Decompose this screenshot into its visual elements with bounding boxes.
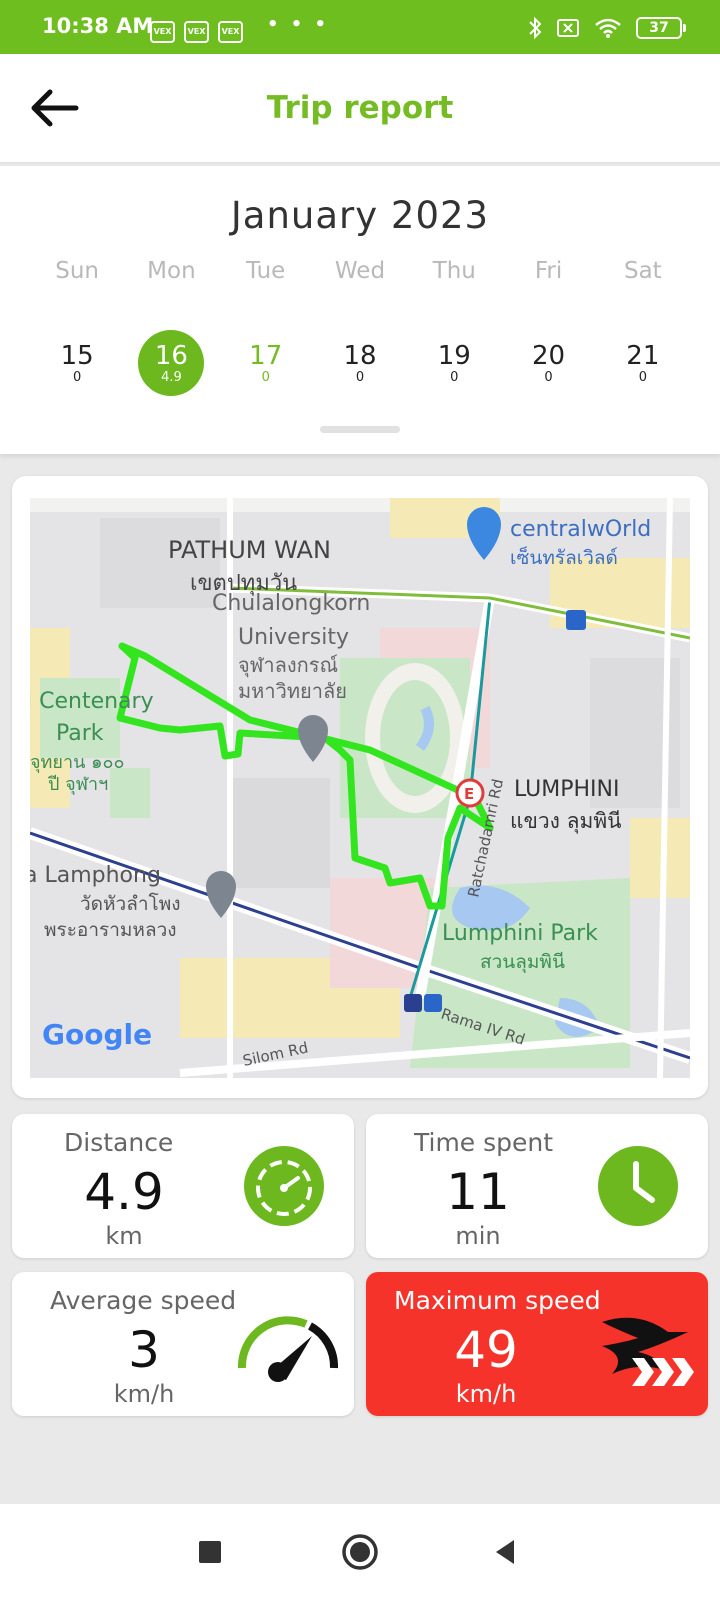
maximum-speed-label: Maximum speed (394, 1286, 601, 1315)
map-label: LUMPHINI (514, 777, 620, 802)
time-spent-value: 11 (446, 1163, 510, 1221)
day-number: 15 (60, 340, 94, 371)
trip-map[interactable]: E PATHUM WAN เขตปทุมวัน Chulalongkorn Un… (30, 498, 690, 1078)
no-sim-icon (557, 19, 579, 37)
map-label: มหาวิทยาลัย (238, 679, 347, 703)
maximum-speed-card: Maximum speed 49 km/h (366, 1272, 708, 1416)
weekday-header: Sun Mon Tue Wed Thu Fri Sat (30, 258, 690, 284)
weekday-label: Mon (147, 258, 196, 284)
page-title: Trip report (266, 90, 454, 126)
day-distance: 0 (544, 369, 553, 385)
day-distance: 0 (638, 369, 647, 385)
weekday-label: Sat (623, 258, 662, 284)
day-distance: 0 (261, 369, 270, 385)
average-speed-card: Average speed 3 km/h (12, 1272, 354, 1416)
map-label: PATHUM WAN (168, 536, 331, 564)
day-number: 17 (249, 340, 283, 371)
day-cell-selected[interactable]: 16 4.9 (124, 330, 218, 396)
distance-value: 4.9 (84, 1163, 164, 1221)
map-label: วัดหัวลำโพง (80, 892, 181, 915)
vex-app-icon: VEX (218, 21, 243, 43)
google-logo: Google (42, 1018, 152, 1051)
distance-card: Distance 4.9 km (12, 1114, 354, 1258)
day-cell-today[interactable]: 17 0 (219, 330, 313, 396)
status-time: 10:38 AM (42, 14, 154, 38)
vex-app-icon: VEX (184, 21, 209, 43)
time-spent-card: Time spent 11 min (366, 1114, 708, 1258)
day-cell[interactable]: 21 0 (596, 330, 690, 396)
map-label: สวนลุมพินี (480, 951, 565, 974)
status-bar: 10:38 AM VEX VEX VEX • • • 37 (0, 0, 720, 54)
day-cell[interactable]: 18 0 (313, 330, 407, 396)
maximum-speed-value: 49 (454, 1321, 518, 1379)
map-label: พระอารามหลวง (44, 919, 177, 941)
map-label: Chulalongkorn (212, 591, 370, 616)
day-number: 16 (154, 340, 188, 371)
gauge-icon (237, 1316, 339, 1382)
app-header: Trip report (0, 54, 720, 164)
average-speed-label: Average speed (50, 1286, 237, 1315)
map-label: ปี จุฬาฯ (48, 774, 109, 795)
day-cell[interactable]: 19 0 (407, 330, 501, 396)
drag-handle[interactable] (320, 426, 400, 433)
system-icons: 37 (528, 16, 686, 40)
day-number: 21 (626, 340, 660, 371)
weekday-label: Tue (246, 258, 286, 284)
map-label: Lumphini Park (442, 921, 598, 946)
day-distance: 0 (450, 369, 459, 385)
map-label: a Lamphong (30, 863, 161, 888)
week-calendar: January 2023 Sun Mon Tue Wed Thu Fri Sat… (0, 166, 720, 454)
day-number: 20 (532, 340, 566, 371)
map-label: l Centenary (30, 689, 154, 714)
day-number: 18 (343, 340, 377, 371)
map-label: แขวง ลุมพินี (510, 809, 622, 834)
map-label: Park (56, 721, 104, 746)
recent-apps-icon[interactable] (190, 1532, 230, 1572)
weekday-label: Sun (55, 258, 100, 284)
fast-speed-icon (602, 1317, 694, 1386)
bluetooth-icon (529, 16, 542, 40)
map-card: E PATHUM WAN เขตปทุมวัน Chulalongkorn Un… (12, 476, 708, 1098)
day-cell[interactable]: 20 0 (501, 330, 595, 396)
day-distance: 4.9 (161, 369, 182, 385)
day-cell[interactable]: 15 0 (30, 330, 124, 396)
time-spent-label: Time spent (414, 1128, 554, 1157)
month-label[interactable]: January 2023 (0, 194, 720, 237)
battery-icon: 37 (636, 17, 686, 39)
speedometer-icon (244, 1146, 324, 1226)
day-distance: 0 (355, 369, 365, 385)
map-label: จุทยาน ๑๐๐ (30, 752, 125, 773)
distance-unit: km (105, 1222, 143, 1250)
maximum-speed-unit: km/h (455, 1380, 517, 1408)
svg-text:E: E (464, 785, 474, 803)
day-number: 19 (437, 340, 471, 371)
weekday-label: Thu (432, 258, 476, 284)
map-label: จุฬาลงกรณ์ (238, 653, 338, 678)
back-icon[interactable] (486, 1532, 526, 1572)
map-label: University (238, 625, 349, 650)
vex-app-icon: VEX (150, 21, 175, 43)
notification-icons: VEX VEX VEX (150, 21, 243, 43)
wifi-icon (595, 18, 621, 38)
weekday-label: Fri (534, 258, 563, 284)
average-speed-value: 3 (128, 1321, 160, 1379)
weekday-label: Wed (334, 258, 386, 284)
clock-icon (598, 1146, 678, 1226)
day-distance: 0 (73, 369, 82, 385)
average-speed-unit: km/h (113, 1380, 175, 1408)
system-navigation-bar (0, 1504, 720, 1600)
map-label: centralwOrld (510, 517, 651, 542)
more-notifications-icon: • • • (267, 14, 330, 35)
day-row: 15 0 16 4.9 17 0 18 0 19 0 20 0 21 0 (30, 330, 690, 396)
home-icon[interactable] (340, 1532, 380, 1572)
time-spent-unit: min (455, 1222, 501, 1250)
distance-label: Distance (64, 1128, 174, 1157)
map-label: เซ็นทรัลเวิลด์ (510, 545, 618, 569)
